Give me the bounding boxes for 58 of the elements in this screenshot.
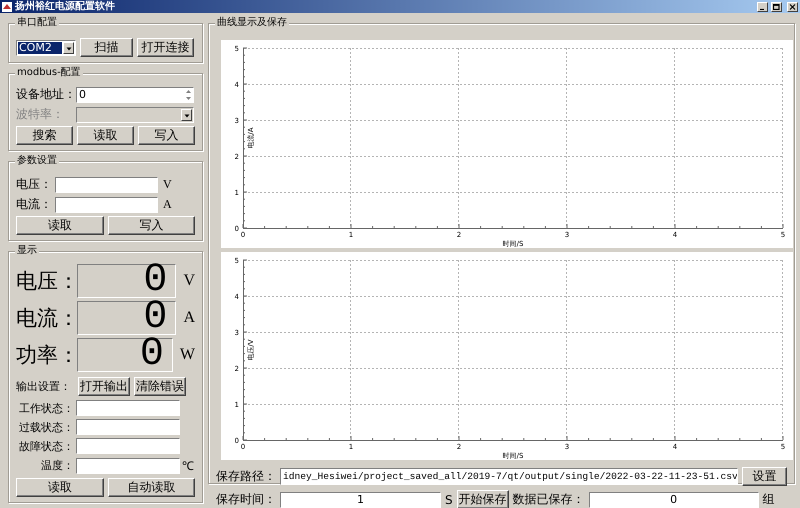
group-title: 参数设置 [15, 155, 59, 167]
button[interactable]: 读取 [16, 216, 104, 235]
field-label: 温度： [40, 458, 74, 473]
window-title: 扬州裕红电源配置软件 [15, 0, 116, 12]
button[interactable]: 读取 [16, 478, 104, 497]
port-dropdown[interactable]: COM2 [16, 40, 76, 56]
input-field[interactable] [55, 176, 158, 192]
digital-display: 0 [77, 264, 176, 298]
reading-label: 功率： [16, 342, 74, 369]
unit-label: S [445, 492, 453, 506]
button[interactable]: 写入 [108, 216, 195, 235]
button[interactable]: 读取 [77, 126, 134, 145]
address-spinbox[interactable]: 0 [76, 86, 194, 102]
unit-label: V [183, 272, 195, 290]
field-label: 电流： [16, 196, 50, 213]
button[interactable]: 打开输出 [78, 377, 130, 396]
maximize-icon [773, 4, 780, 10]
field-label: 保存时间： [216, 491, 276, 508]
field-label: 过载状态： [18, 420, 74, 434]
digital-display: 0 [77, 301, 176, 335]
reading-label: 电流： [16, 305, 74, 332]
field-label: 设备地址： [16, 86, 72, 103]
group-title: 曲线显示及保存 [215, 17, 289, 29]
maximize-button[interactable] [771, 2, 782, 12]
button[interactable]: 打开连接 [137, 38, 194, 57]
button[interactable]: 写入 [138, 126, 195, 145]
field-label: 数据已保存： [512, 491, 585, 508]
field-label: 故障状态： [18, 438, 74, 454]
button[interactable]: 清除错误 [134, 377, 186, 396]
group-title: 串口配置 [15, 17, 59, 29]
input-field[interactable] [55, 196, 158, 212]
unit-label: ℃ [182, 458, 194, 474]
field-label: 保存路径： [216, 468, 276, 485]
field-label: 工作状态： [18, 400, 74, 416]
button[interactable]: 设置 [742, 467, 787, 486]
spin-arrows-icon[interactable] [184, 88, 193, 102]
digital-display: 0 [77, 338, 173, 372]
unit-label: A [163, 197, 172, 212]
close-icon [789, 4, 796, 10]
unit-label: W [180, 346, 195, 364]
button[interactable]: 扫描 [80, 38, 133, 57]
group-title: modbus-配置 [15, 67, 83, 79]
minimize-button[interactable] [757, 2, 768, 12]
unit-label: V [163, 177, 172, 192]
group-title: 显示 [15, 245, 39, 257]
field-label: 电压： [16, 176, 50, 193]
button[interactable]: 开始保存 [456, 490, 509, 508]
app-icon [2, 2, 12, 12]
saved-count-field: 0 [588, 492, 759, 508]
button[interactable]: 搜索 [16, 126, 73, 145]
save-time-field[interactable]: 1 [280, 492, 441, 508]
unit-label: A [183, 309, 195, 327]
unit-label: 组 [762, 491, 775, 508]
close-button[interactable] [787, 2, 798, 12]
button[interactable]: 自动读取 [108, 478, 195, 497]
field-label: 输出设置： [16, 379, 72, 394]
reading-label: 电压： [16, 268, 74, 295]
field-label: 波特率： [16, 106, 65, 123]
